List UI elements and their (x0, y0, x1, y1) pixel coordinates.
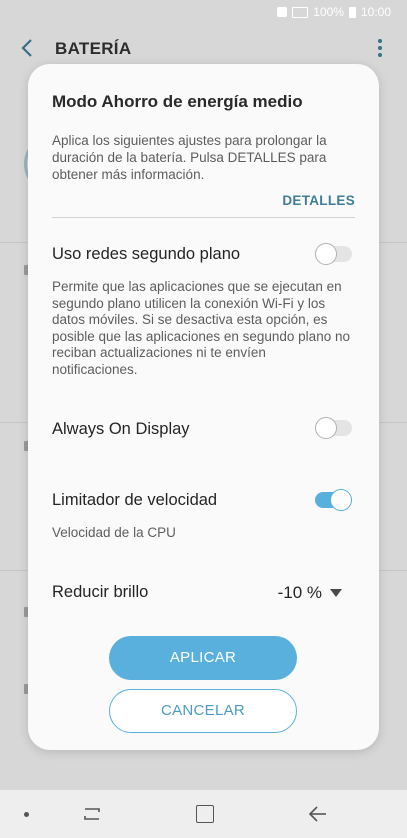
more-options-icon[interactable] (377, 39, 383, 59)
navigation-bar (0, 790, 407, 838)
caret-down-icon[interactable] (330, 589, 342, 597)
battery-percentage: 100% (313, 5, 344, 19)
cancel-button[interactable]: CANCELAR (109, 689, 297, 733)
dialog-divider (52, 217, 355, 218)
dialog-description: Aplica los siguientes ajustes para prolo… (52, 133, 327, 182)
power-saving-dialog: Modo Ahorro de energía medio Aplica los … (28, 64, 379, 750)
toggle-knob (315, 417, 337, 439)
reduce-brightness-label: Reducir brillo (52, 583, 149, 601)
dialog-title: Modo Ahorro de energía medio (52, 92, 303, 111)
status-icons: 100% 10:00 (277, 5, 391, 19)
back-arrow-icon[interactable] (18, 37, 38, 59)
background-data-label: Uso redes segundo plano (52, 245, 241, 263)
speed-limiter-label: Limitador de velocidad (52, 491, 218, 509)
brightness-dropdown-value[interactable]: -10 % (278, 583, 322, 603)
nav-back-icon[interactable] (308, 804, 328, 824)
background-data-description: Permite que las aplicaciones que se ejec… (52, 279, 350, 377)
toggle-knob (315, 243, 337, 265)
home-icon[interactable] (196, 805, 214, 823)
nav-indicator-dot[interactable] (24, 812, 29, 817)
always-on-display-toggle[interactable] (315, 417, 352, 439)
status-bar: 100% 10:00 (0, 0, 407, 26)
details-link[interactable]: DETALLES (282, 193, 355, 208)
speed-limiter-toggle[interactable] (315, 489, 352, 511)
background-data-toggle[interactable] (315, 243, 352, 265)
page-title: BATERÍA (55, 39, 132, 58)
status-time: 10:00 (360, 5, 391, 19)
speed-limiter-description: Velocidad de la CPU (52, 525, 176, 540)
recent-apps-icon[interactable] (82, 803, 102, 825)
toggle-knob (330, 489, 352, 511)
apply-button[interactable]: APLICAR (109, 636, 297, 680)
notification-icon (277, 7, 288, 17)
battery-icon (348, 6, 356, 18)
always-on-display-label: Always On Display (52, 420, 190, 438)
signal-icon (292, 6, 309, 18)
